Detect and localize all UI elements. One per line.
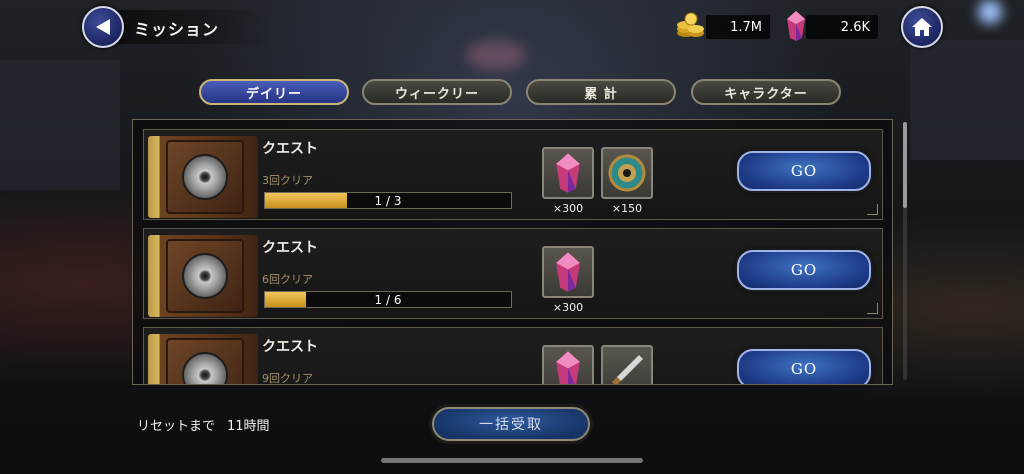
quest-book-icon: [148, 235, 258, 317]
tab-character[interactable]: キャラクター: [691, 79, 841, 105]
mission-progress-bar: 1 / 6: [264, 291, 512, 308]
mission-row: クエスト 9回クリア GO: [143, 327, 883, 385]
go-button[interactable]: GO: [737, 151, 871, 191]
reward-count: ×150: [611, 202, 643, 215]
mission-row: クエスト 6回クリア 1 / 6 ×300 GO: [143, 228, 883, 319]
background-light: [978, 0, 1002, 24]
gem-crystal-icon: [556, 153, 580, 193]
back-button[interactable]: [82, 6, 124, 48]
go-button[interactable]: GO: [737, 250, 871, 290]
mission-condition: 3回クリア: [262, 174, 313, 187]
tab-daily[interactable]: デイリー: [199, 79, 349, 105]
progress-text: 1 / 6: [374, 292, 402, 307]
collect-all-button[interactable]: 一括受取: [432, 407, 590, 441]
mission-condition: 9回クリア: [262, 372, 313, 385]
home-indicator[interactable]: [381, 458, 643, 463]
reward-orb[interactable]: [601, 147, 653, 199]
mission-name: クエスト: [262, 141, 318, 157]
reward-count: ×300: [552, 301, 584, 314]
gem-crystal-icon: [556, 351, 580, 384]
scrollbar[interactable]: [903, 122, 907, 380]
sword-icon: [612, 355, 643, 384]
scroll-thumb[interactable]: [903, 122, 907, 208]
progress-text: 1 / 3: [374, 193, 402, 208]
eye-orb-icon: [608, 154, 646, 192]
mission-condition: 6回クリア: [262, 273, 313, 286]
home-button[interactable]: [901, 6, 943, 48]
mission-list[interactable]: クエスト 3回クリア 1 / 3 ×300 ×150 GO クエスト 6回クリア…: [132, 119, 893, 385]
gem-value: 2.6K: [840, 19, 870, 35]
reward-gem[interactable]: [542, 345, 594, 384]
mission-row: クエスト 3回クリア 1 / 3 ×300 ×150 GO: [143, 129, 883, 220]
gold-amount: 1.7M: [706, 15, 770, 39]
gold-value: 1.7M: [730, 19, 762, 35]
background-light: [466, 40, 526, 70]
tab-weekly[interactable]: ウィークリー: [362, 79, 512, 105]
gem-amount: 2.6K: [806, 15, 878, 39]
reward-gem[interactable]: [542, 147, 594, 199]
page-title: ミッション: [134, 20, 220, 39]
go-button[interactable]: GO: [737, 349, 871, 384]
gold-coins-icon: [677, 12, 704, 37]
gem-crystal-icon: [787, 11, 805, 41]
mission-progress-bar: 1 / 3: [264, 192, 512, 209]
home-icon: [912, 18, 932, 36]
tab-cumulative[interactable]: 累 計: [526, 79, 676, 105]
reward-count: ×300: [552, 202, 584, 215]
background-shelf-left: [0, 60, 120, 190]
reset-time: 11時間: [227, 419, 270, 434]
reward-gem[interactable]: [542, 246, 594, 298]
back-arrow-icon: [96, 19, 110, 35]
mission-name: クエスト: [262, 339, 318, 355]
quest-book-icon: [148, 334, 258, 384]
mission-name: クエスト: [262, 240, 318, 256]
background-shelf-right: [910, 40, 1024, 160]
gem-crystal-icon: [556, 252, 580, 292]
quest-book-icon: [148, 136, 258, 218]
reset-label: リセットまで: [137, 419, 216, 434]
reward-sword[interactable]: [601, 345, 653, 384]
